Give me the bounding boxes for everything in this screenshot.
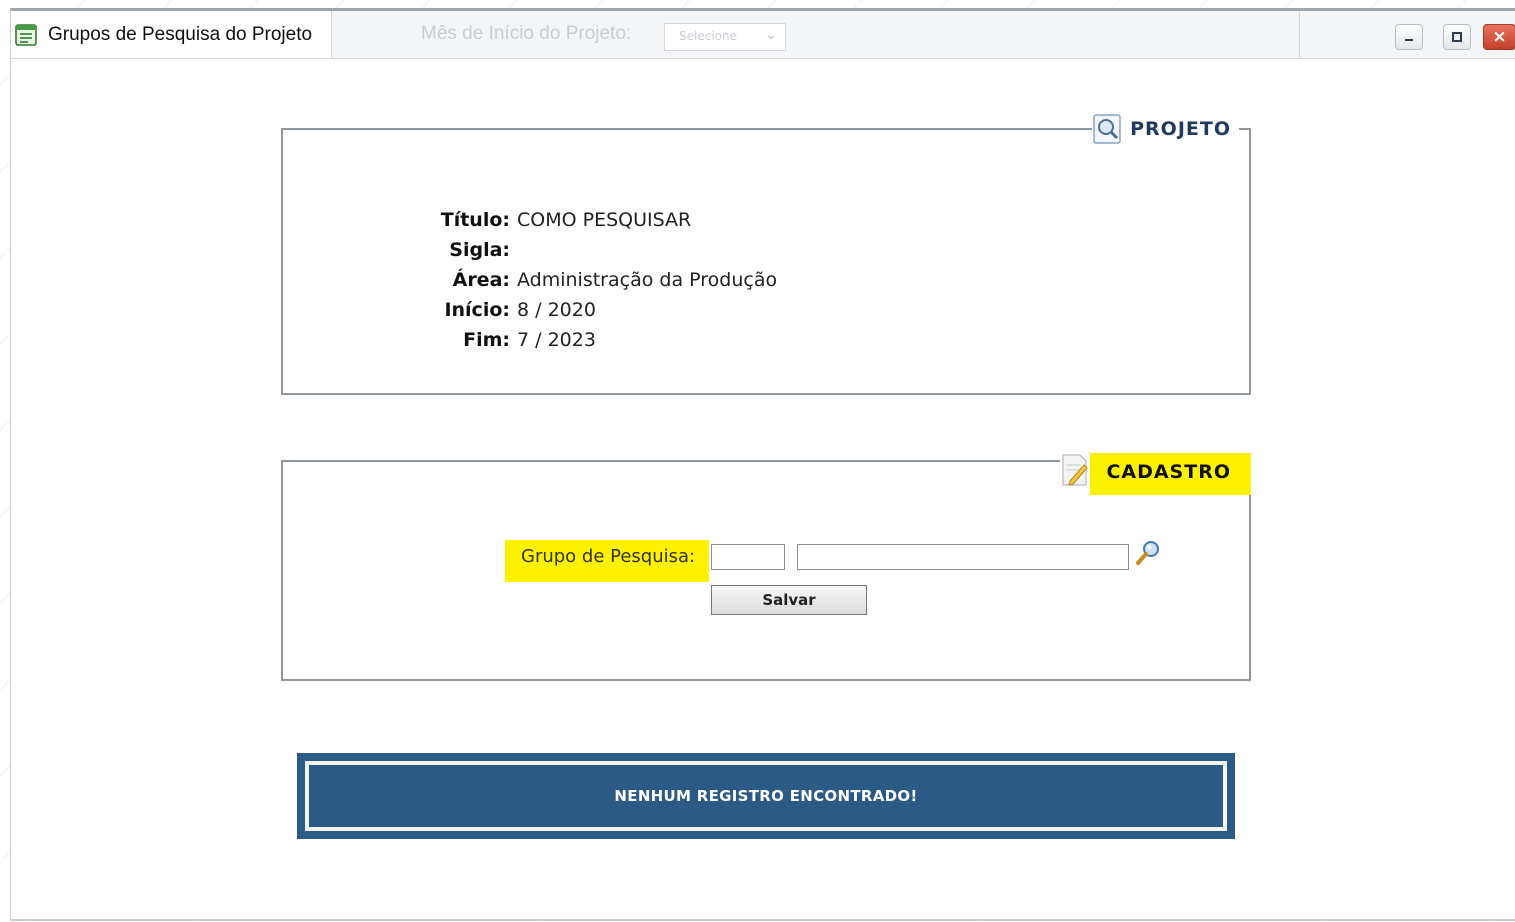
save-button[interactable]: Salvar (711, 585, 867, 615)
cadastro-legend-text: CADASTRO (1090, 453, 1251, 495)
inicio-label: Início: (444, 299, 510, 321)
info-row-area: Área: Administração da Produção (408, 265, 777, 295)
window-title: Grupos de Pesquisa do Projeto (48, 23, 313, 45)
info-row-titulo: Título: COMO PESQUISAR (408, 205, 777, 235)
info-row-fim: Fim: 7 / 2023 (408, 325, 777, 355)
minimize-button[interactable] (1395, 24, 1423, 50)
form-icon (14, 23, 38, 47)
sigla-label: Sigla: (449, 239, 510, 261)
title-divider (1299, 11, 1300, 58)
close-button[interactable]: × (1483, 24, 1515, 50)
fim-label: Fim: (463, 329, 510, 351)
grupo-code-input[interactable] (711, 544, 785, 570)
cadastro-panel: CADASTRO Grupo de Pesquisa: Salvar (281, 453, 1251, 681)
area-value: Administração da Produção (517, 269, 778, 291)
title-bar: Grupos de Pesquisa do Projeto Mês de Iní… (11, 11, 1515, 59)
close-icon: × (1492, 27, 1507, 47)
minimize-icon (1405, 39, 1413, 41)
window-tab[interactable]: Grupos de Pesquisa do Projeto (11, 11, 332, 58)
maximize-button[interactable] (1443, 24, 1471, 50)
dialog-window: Grupos de Pesquisa do Projeto Mês de Iní… (10, 8, 1515, 921)
background-select-value: Selecione (679, 29, 737, 43)
area-label: Área: (452, 269, 510, 291)
background-month-select: Selecione ⌄ (664, 23, 786, 51)
projeto-legend: PROJETO (1092, 113, 1239, 145)
projeto-panel: PROJETO Título: COMO PESQUISAR Sigla: Ár… (281, 113, 1251, 395)
titulo-value: COMO PESQUISAR (517, 209, 692, 231)
background-month-label: Mês de Início do Projeto: (421, 23, 632, 44)
cadastro-legend: CADASTRO (1060, 445, 1251, 495)
fim-value: 7 / 2023 (517, 329, 596, 351)
info-row-inicio: Início: 8 / 2020 (408, 295, 777, 325)
grupo-name-input[interactable] (797, 544, 1129, 570)
projeto-info: Título: COMO PESQUISAR Sigla: Área: Admi… (408, 205, 777, 355)
titulo-label: Título: (440, 209, 510, 231)
search-icon[interactable] (1133, 538, 1163, 568)
grupo-pesquisa-label: Grupo de Pesquisa: (505, 540, 709, 582)
maximize-icon (1452, 32, 1462, 42)
projeto-legend-text: PROJETO (1130, 118, 1231, 140)
inicio-value: 8 / 2020 (517, 299, 596, 321)
chevron-down-icon: ⌄ (765, 27, 777, 43)
no-records-message: NENHUM REGISTRO ENCONTRADO! (305, 761, 1227, 831)
magnifier-icon (1092, 113, 1124, 145)
info-row-sigla: Sigla: (408, 235, 777, 265)
no-records-banner: NENHUM REGISTRO ENCONTRADO! (297, 753, 1235, 839)
edit-note-icon (1060, 453, 1091, 487)
